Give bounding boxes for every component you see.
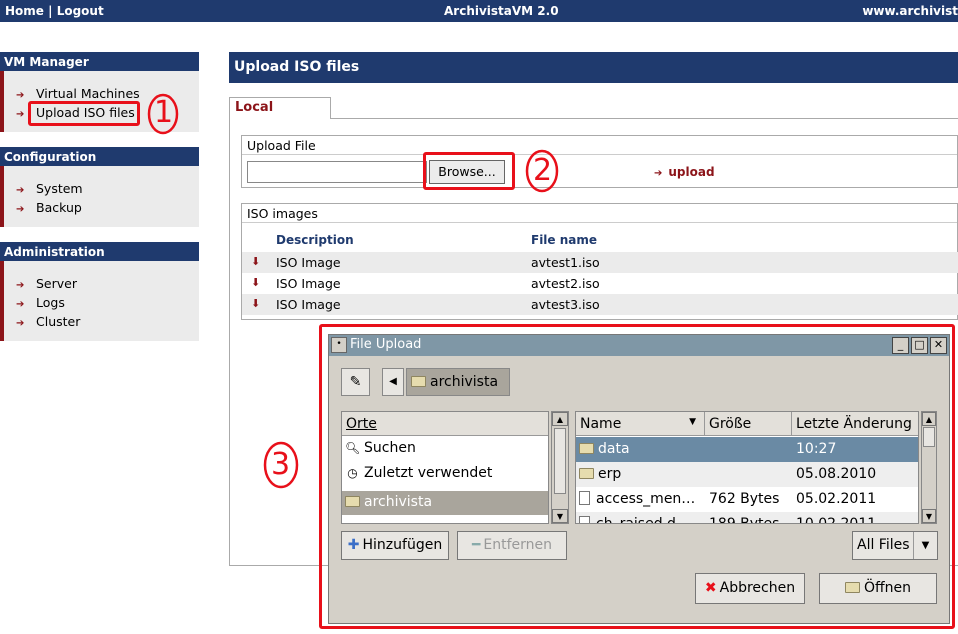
sidebar-group-administration: ➔ Server ➔ Logs ➔ Cluster: [0, 261, 199, 341]
home-link[interactable]: Home: [5, 4, 44, 18]
annotation-number-3: 3: [271, 447, 291, 482]
sidebar-heading-administration: Administration: [0, 242, 199, 261]
sidebar-item-logs[interactable]: ➔ Logs: [16, 295, 65, 310]
site-link[interactable]: www.archivist: [862, 4, 958, 18]
annotation-box-2: [423, 152, 515, 190]
sidebar-heading-vm-manager: VM Manager: [0, 52, 199, 71]
separator: |: [48, 4, 53, 18]
arrow-right-icon: ➔: [16, 318, 25, 329]
sidebar-item-backup[interactable]: ➔ Backup: [16, 200, 82, 215]
arrow-right-icon: ➔: [16, 204, 25, 215]
table-row[interactable]: ⬇ ISO Image avtest3.iso: [242, 294, 958, 315]
arrow-right-icon: ➔: [16, 90, 25, 101]
page-title: Upload ISO files: [229, 52, 958, 83]
sidebar-item-cluster[interactable]: ➔ Cluster: [16, 314, 80, 329]
arrow-down-icon[interactable]: ⬇: [251, 276, 260, 289]
sidebar-heading-configuration: Configuration: [0, 147, 199, 166]
app-title: ArchivistaVM 2.0: [444, 4, 559, 18]
group-divider: [242, 222, 957, 223]
upload-file-title: Upload File: [247, 138, 316, 153]
annotation-number-1: 1: [154, 95, 174, 130]
sidebar-item-virtual-machines[interactable]: ➔ Virtual Machines: [16, 86, 140, 101]
iso-images-title: ISO images: [247, 206, 318, 221]
upload-link[interactable]: ➔ upload: [654, 165, 715, 179]
sidebar-item-system[interactable]: ➔ System: [16, 181, 83, 196]
table-row[interactable]: ⬇ ISO Image avtest1.iso: [242, 252, 958, 273]
tab-divider: [330, 118, 958, 119]
file-path-input[interactable]: [247, 161, 427, 183]
sidebar-item-server[interactable]: ➔ Server: [16, 276, 77, 291]
arrow-right-icon: ➔: [16, 280, 25, 291]
arrow-right-icon: ➔: [16, 299, 25, 310]
tab-local[interactable]: Local: [229, 97, 331, 119]
arrow-down-icon[interactable]: ⬇: [251, 297, 260, 310]
annotation-number-2: 2: [533, 153, 553, 188]
arrow-down-icon[interactable]: ⬇: [251, 255, 260, 268]
arrow-right-icon: ➔: [16, 185, 25, 196]
logout-link[interactable]: Logout: [57, 4, 104, 18]
table-row[interactable]: ⬇ ISO Image avtest2.iso: [242, 273, 958, 294]
sidebar-group-configuration: ➔ System ➔ Backup: [0, 166, 199, 227]
arrow-right-icon: ➔: [654, 168, 663, 179]
column-header-file-name[interactable]: File name: [531, 233, 597, 247]
group-divider: [242, 154, 957, 155]
column-header-description[interactable]: Description: [276, 233, 354, 247]
annotation-box-3: [319, 324, 955, 629]
top-bar: Home | Logout ArchivistaVM 2.0 www.archi…: [0, 0, 958, 22]
annotation-box-1: [28, 101, 140, 126]
